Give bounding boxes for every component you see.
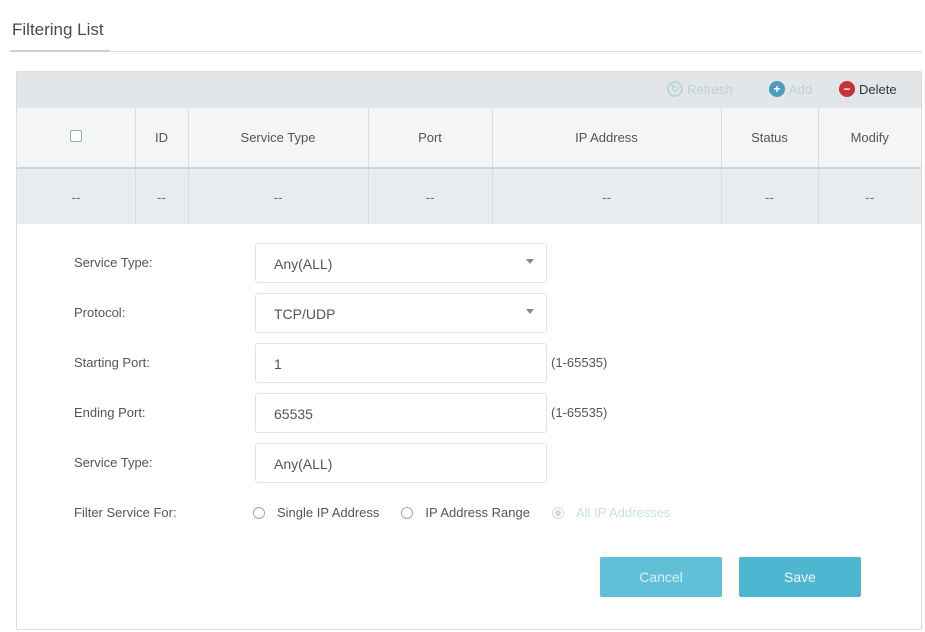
service-type-label: Service Type: <box>74 255 153 270</box>
table-cell: -- <box>368 168 493 224</box>
starting-port-row: Starting Port: 1 (1-65535) <box>17 343 921 383</box>
refresh-button[interactable]: ↻ Refresh <box>667 81 733 97</box>
radio-button-selected[interactable] <box>551 506 564 519</box>
table-cell: -- <box>492 168 722 224</box>
service-type-value: Any(ALL) <box>274 256 333 272</box>
starting-port-input[interactable]: 1 <box>255 343 547 383</box>
radio-all-ip[interactable]: All IP Addresses <box>551 505 671 520</box>
table-cell: -- <box>17 168 136 224</box>
chevron-down-icon <box>526 309 534 314</box>
filtering-table: ID Service Type Port IP Address Status M… <box>17 108 921 224</box>
ending-port-input[interactable]: 65535 <box>255 393 547 433</box>
title-underline <box>10 50 110 52</box>
header-divider <box>10 51 922 52</box>
starting-port-label: Starting Port: <box>74 355 150 370</box>
add-label: Add <box>789 81 813 97</box>
refresh-icon: ↻ <box>667 81 683 97</box>
table-cell: -- <box>818 168 921 224</box>
chevron-down-icon <box>526 259 534 264</box>
cancel-button[interactable]: Cancel <box>600 557 722 597</box>
column-header-ip-address: IP Address <box>492 108 722 169</box>
service-type-select[interactable]: Any(ALL) <box>255 243 547 283</box>
service-type-2-row: Service Type: Any(ALL) <box>17 443 921 483</box>
radio-label: All IP Addresses <box>575 505 671 520</box>
ending-port-row: Ending Port: 65535 (1-65535) <box>17 393 921 433</box>
radio-button[interactable] <box>401 506 414 519</box>
filter-edit-form: Service Type: Any(ALL) Protocol: TCP/UDP… <box>17 228 921 628</box>
starting-port-range-hint: (1-65535) <box>551 355 608 370</box>
ending-port-label: Ending Port: <box>74 405 146 420</box>
radio-single-ip[interactable]: Single IP Address <box>253 505 379 520</box>
delete-button[interactable]: − Delete <box>839 81 897 97</box>
column-header-status: Status <box>721 108 819 169</box>
radio-label: Single IP Address <box>277 505 380 520</box>
table-cell: -- <box>135 168 189 224</box>
add-button[interactable]: + Add <box>769 81 812 97</box>
minus-circle-icon: − <box>839 81 855 97</box>
select-all-checkbox[interactable] <box>69 130 82 142</box>
service-type-row: Service Type: Any(ALL) <box>17 243 921 283</box>
radio-label: IP Address Range <box>425 505 530 520</box>
table-row: -- -- -- -- -- -- -- <box>17 168 921 224</box>
ending-port-value: 65535 <box>274 406 313 422</box>
filtering-list-panel: ↻ Refresh + Add − Delete ID Service Type… <box>16 71 922 630</box>
radio-ip-range[interactable]: IP Address Range <box>401 505 530 520</box>
column-header-port: Port <box>368 108 493 169</box>
plus-circle-icon: + <box>769 81 785 97</box>
column-header-id: ID <box>135 108 189 169</box>
protocol-select[interactable]: TCP/UDP <box>255 293 547 333</box>
refresh-label: Refresh <box>687 81 733 97</box>
filter-service-for-label: Filter Service For: <box>74 505 177 520</box>
ending-port-range-hint: (1-65535) <box>551 405 608 420</box>
table-cell: -- <box>721 168 819 224</box>
column-header-service-type: Service Type <box>188 108 369 169</box>
table-toolbar: ↻ Refresh + Add − Delete <box>17 72 921 108</box>
table-cell: -- <box>188 168 369 224</box>
column-header-modify: Modify <box>818 108 921 169</box>
service-type-2-value: Any(ALL) <box>274 456 333 472</box>
service-type-2-input[interactable]: Any(ALL) <box>255 443 547 483</box>
delete-label: Delete <box>859 81 897 97</box>
table-header-row: ID Service Type Port IP Address Status M… <box>17 108 921 169</box>
starting-port-value: 1 <box>274 356 282 372</box>
select-all-cell <box>17 108 136 169</box>
protocol-value: TCP/UDP <box>274 306 336 322</box>
protocol-label: Protocol: <box>74 305 126 320</box>
service-type-2-label: Service Type: <box>74 455 153 470</box>
page-title: Filtering List <box>12 20 104 39</box>
protocol-row: Protocol: TCP/UDP <box>17 293 921 333</box>
filter-service-for-row: Filter Service For: Single IP Address IP… <box>17 493 921 533</box>
radio-button[interactable] <box>253 506 265 519</box>
save-button[interactable]: Save <box>739 557 861 597</box>
filter-service-for-options: Single IP Address IP Address Range All I… <box>253 505 692 520</box>
